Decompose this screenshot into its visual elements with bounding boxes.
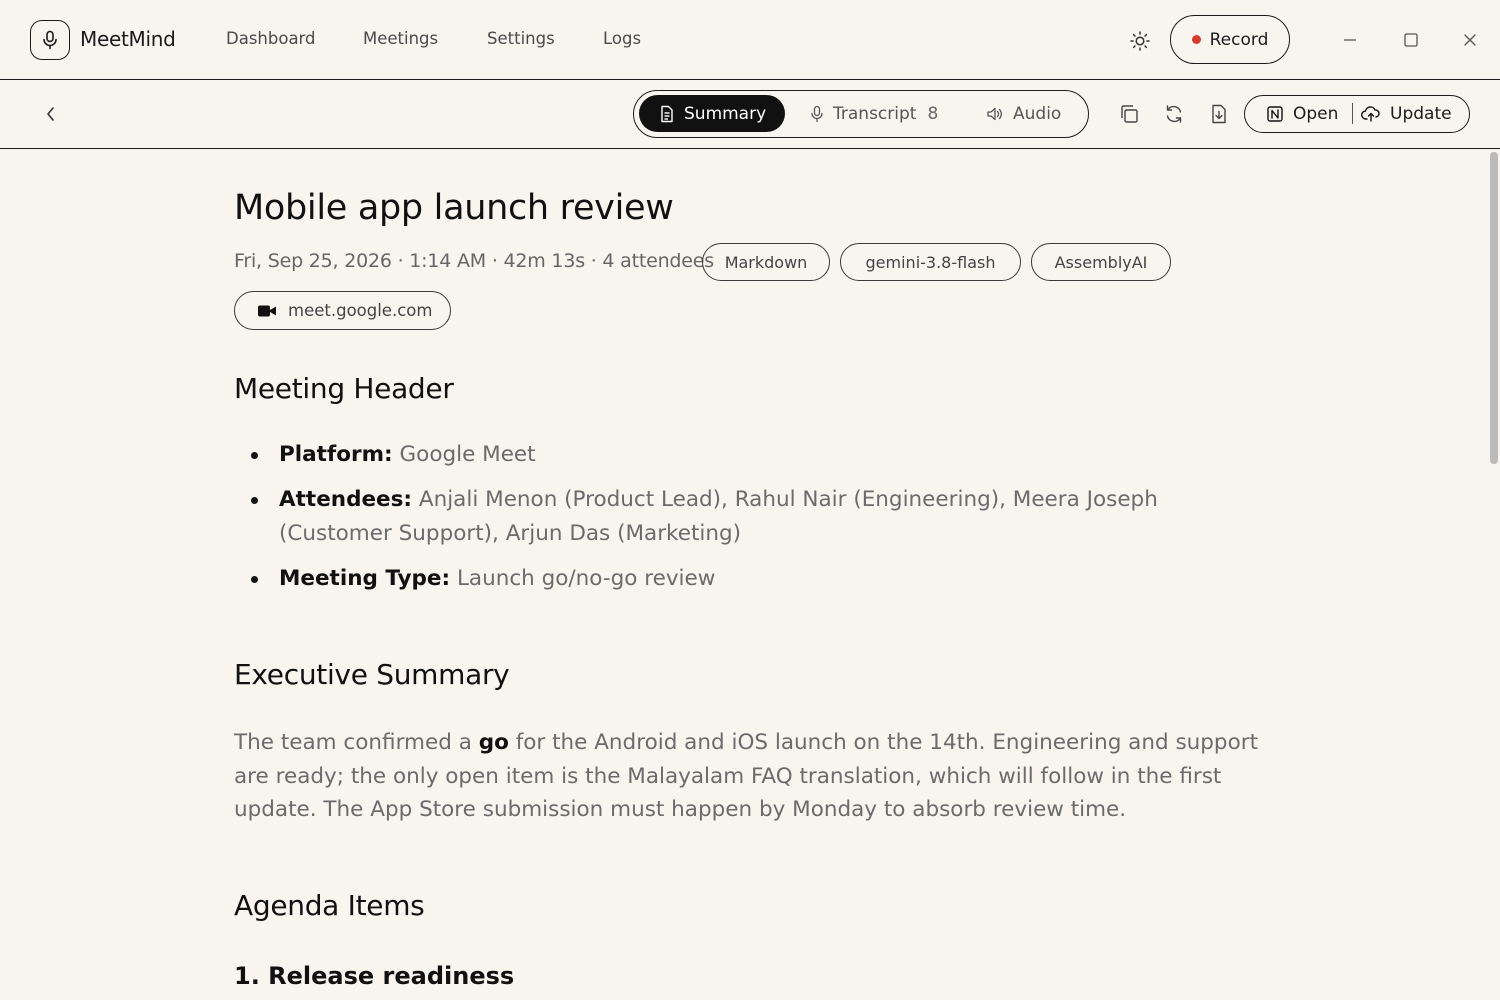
- scrollbar[interactable]: [1488, 150, 1500, 1000]
- meeting-header-list: Platform: Google Meet Attendees: Anjali …: [234, 438, 1244, 607]
- nav-dashboard[interactable]: Dashboard: [226, 29, 316, 48]
- minimize-icon[interactable]: [1336, 26, 1364, 54]
- refresh-icon[interactable]: [1161, 101, 1187, 127]
- meeting-toolbar: Summary Transcript 8 Audio Open Update: [0, 80, 1500, 149]
- agenda-item-title: 1. Release readiness: [234, 962, 515, 990]
- open-in-notion-button[interactable]: Open: [1266, 96, 1338, 131]
- app-name: MeetMind: [80, 27, 176, 51]
- record-button[interactable]: Record: [1170, 15, 1290, 64]
- platform-value: Google Meet: [399, 442, 536, 467]
- tab-audio-label: Audio: [1013, 103, 1062, 124]
- meeting-link-chip[interactable]: meet.google.com: [234, 291, 451, 330]
- nav-meetings[interactable]: Meetings: [363, 29, 438, 48]
- tab-summary[interactable]: Summary: [639, 95, 785, 132]
- nav-logs[interactable]: Logs: [603, 29, 641, 48]
- meeting-type-label: Meeting Type:: [279, 566, 451, 591]
- notion-actions: Open Update: [1244, 95, 1470, 133]
- update-label: Update: [1390, 103, 1452, 124]
- meeting-meta: Fri, Sep 25, 2026 · 1:14 AM · 42m 13s · …: [234, 250, 714, 272]
- close-icon[interactable]: [1456, 26, 1484, 54]
- document-icon: [659, 105, 675, 123]
- meeting-title: Mobile app launch review: [234, 188, 674, 228]
- executive-summary-text: The team confirmed a go for the Android …: [234, 726, 1264, 827]
- tab-transcript[interactable]: Transcript 8: [810, 95, 938, 132]
- mic-icon: [810, 105, 824, 123]
- tab-summary-label: Summary: [684, 103, 767, 124]
- nav-settings[interactable]: Settings: [487, 29, 555, 48]
- list-item: Attendees: Anjali Menon (Product Lead), …: [234, 483, 1244, 551]
- platform-label: Platform:: [279, 442, 393, 467]
- transcriber-chip: AssemblyAI: [1031, 243, 1171, 281]
- tab-audio[interactable]: Audio: [986, 95, 1061, 132]
- meeting-header-heading: Meeting Header: [234, 372, 454, 405]
- mic-logo-icon: [30, 20, 70, 60]
- meeting-type-value: Launch go/no-go review: [456, 566, 716, 591]
- agenda-heading: Agenda Items: [234, 889, 425, 922]
- copy-icon[interactable]: [1116, 101, 1142, 127]
- maximize-icon[interactable]: [1397, 26, 1425, 54]
- update-button[interactable]: Update: [1361, 96, 1452, 131]
- list-item: Platform: Google Meet: [234, 438, 1244, 472]
- transcript-count-badge: 8: [927, 103, 939, 124]
- record-dot-icon: [1191, 35, 1201, 44]
- open-label: Open: [1293, 103, 1339, 124]
- scrollbar-thumb[interactable]: [1490, 152, 1498, 464]
- cloud-upload-icon: [1361, 105, 1381, 123]
- view-tabs: Summary Transcript 8 Audio: [633, 90, 1089, 138]
- model-chip: gemini-3.8-flash: [840, 243, 1021, 281]
- record-label: Record: [1209, 29, 1269, 50]
- summary-emphasis: go: [478, 730, 509, 755]
- tab-transcript-label: Transcript: [833, 103, 917, 124]
- back-chevron-icon[interactable]: [38, 101, 64, 127]
- title-bar: MeetMind Dashboard Meetings Settings Log…: [0, 0, 1500, 80]
- theme-toggle-sun-icon[interactable]: [1126, 27, 1154, 55]
- notion-icon: [1266, 105, 1284, 123]
- format-chip: Markdown: [702, 243, 830, 281]
- executive-summary-heading: Executive Summary: [234, 658, 510, 691]
- meeting-link: meet.google.com: [288, 301, 433, 320]
- attendees-label: Attendees:: [279, 487, 413, 512]
- speaker-icon: [986, 106, 1004, 122]
- summary-text-start: The team confirmed a: [234, 730, 479, 755]
- video-camera-icon: [257, 303, 277, 319]
- list-item: Meeting Type: Launch go/no-go review: [234, 562, 1244, 596]
- split-divider: [1352, 103, 1353, 124]
- download-icon[interactable]: [1206, 101, 1232, 127]
